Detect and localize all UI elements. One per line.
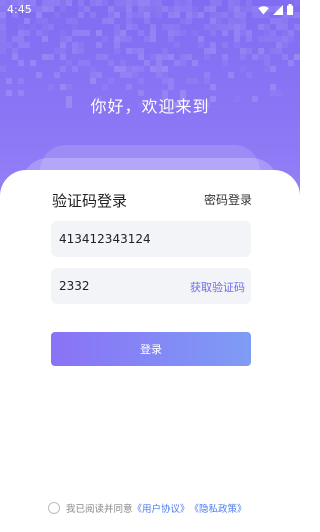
- login-button[interactable]: 登录: [51, 332, 251, 366]
- code-input[interactable]: [59, 268, 179, 304]
- login-title: 验证码登录: [52, 192, 128, 210]
- agreement-prefix: 我已阅读并同意: [66, 504, 133, 515]
- phone-field: [51, 221, 251, 257]
- status-time: 4:45: [7, 3, 32, 16]
- privacy-policy-link[interactable]: 《隐私政策》: [190, 501, 247, 515]
- wifi-icon: [258, 5, 269, 14]
- welcome-text: 你好，欢迎来到: [90, 97, 210, 116]
- battery-icon: [287, 4, 293, 15]
- phone-input[interactable]: [59, 221, 243, 257]
- code-field: 获取验证码: [51, 268, 251, 304]
- user-agreement-link[interactable]: 《用户协议》: [133, 501, 190, 515]
- get-code-button[interactable]: 获取验证码: [190, 279, 245, 295]
- status-bar: 4:45: [0, 0, 300, 20]
- password-login-link[interactable]: 密码登录: [204, 191, 252, 208]
- agreement-row: 我已阅读并同意 《用户协议》 《隐私政策》: [48, 501, 247, 515]
- status-icons: [258, 4, 293, 15]
- agree-radio[interactable]: [48, 502, 60, 514]
- signal-icon: [273, 4, 283, 15]
